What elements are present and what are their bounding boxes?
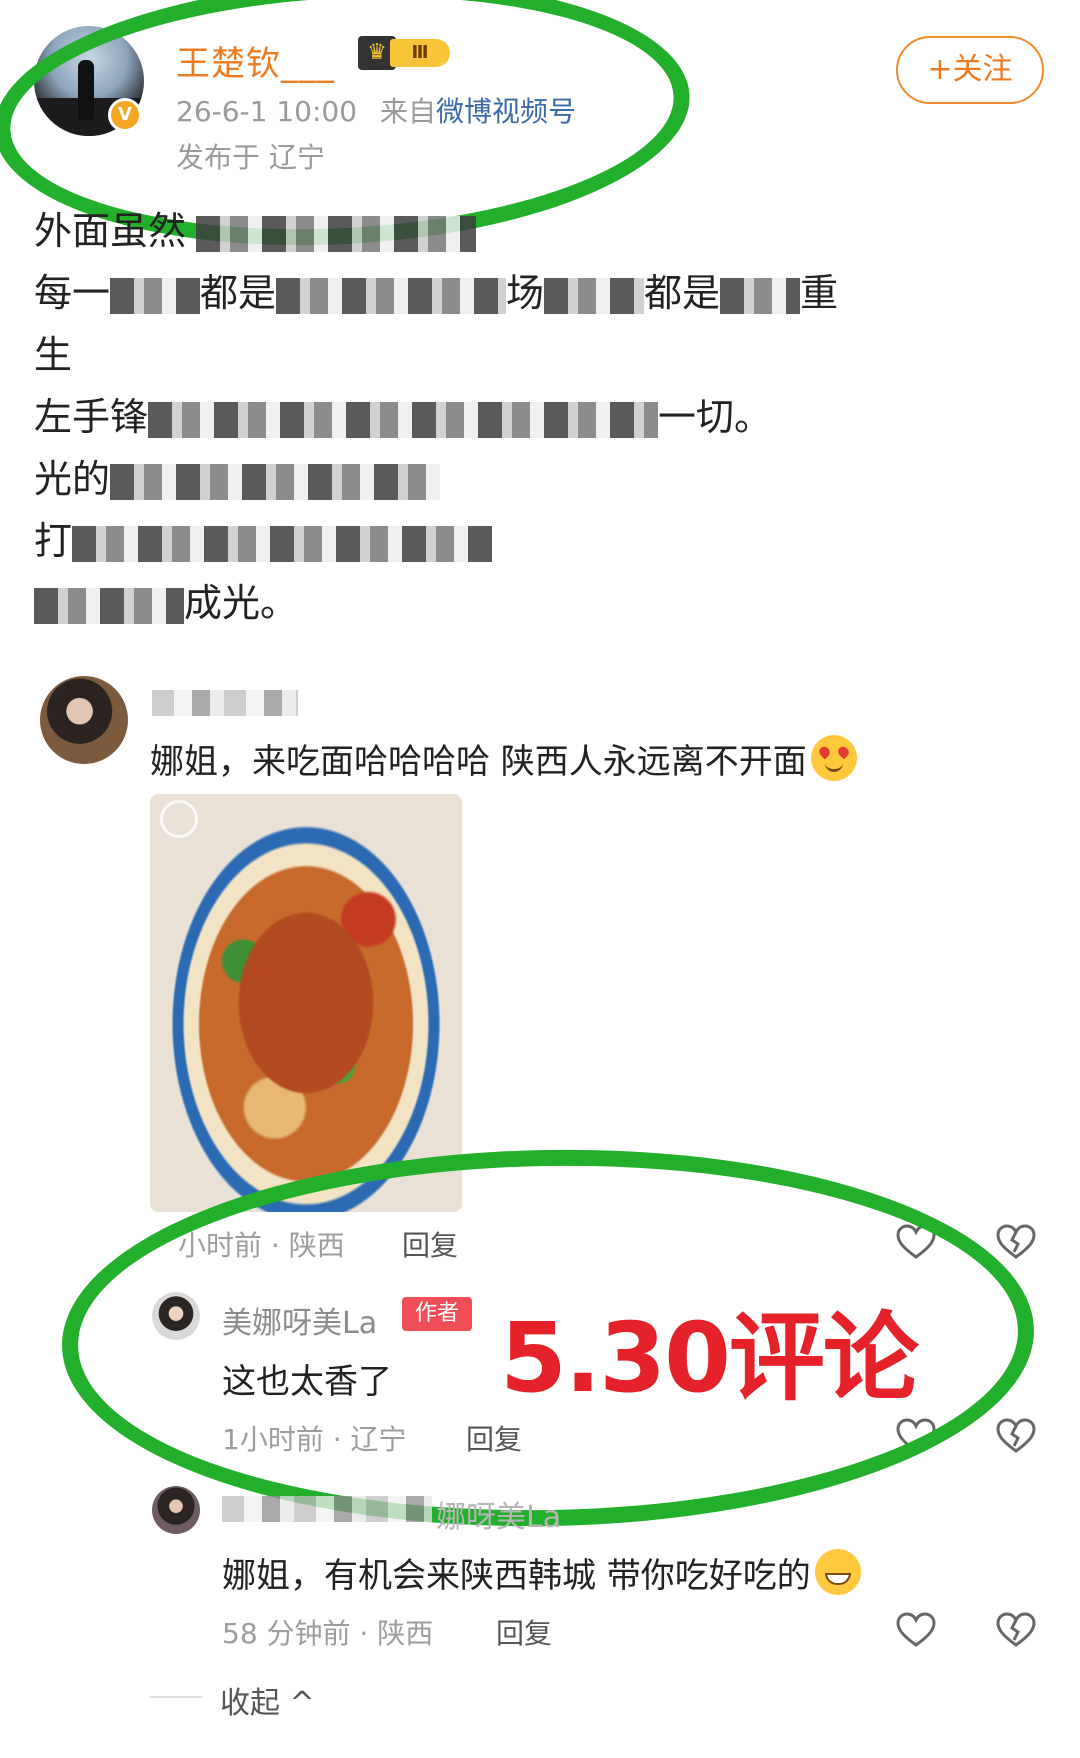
- comment-food-image[interactable]: [150, 794, 462, 1212]
- like-heart-icon[interactable]: [896, 1612, 936, 1648]
- post-line-text: 都是: [200, 271, 277, 315]
- post-line-text: 一切。: [658, 395, 773, 439]
- mosaic-block: [110, 277, 201, 314]
- commenter-avatar[interactable]: [152, 1486, 200, 1534]
- post-line-text: 每一: [34, 271, 111, 315]
- post-line-3: 生: [34, 324, 1014, 386]
- reply-target-name[interactable]: 娜呀美La: [436, 1492, 561, 1536]
- comment-text-content: 娜姐，有机会来陕西韩城 带你吃好吃的: [222, 1556, 811, 1596]
- comment-text-content: 娜姐，来吃面哈哈哈哈 陕西人永远离不开面: [150, 742, 807, 782]
- post-line-text: 成光。: [184, 581, 299, 625]
- mosaic-block: [196, 215, 477, 252]
- commenter-avatar[interactable]: [40, 676, 128, 764]
- reply-button[interactable]: 回复: [496, 1612, 552, 1652]
- comment-text: 娜姐，有机会来陕西韩城 带你吃好吃的: [222, 1548, 861, 1597]
- collapse-replies-button[interactable]: 收起 ^: [220, 1678, 315, 1722]
- mosaic-block: [148, 401, 659, 438]
- post-line-4: 左手锋 一切。: [34, 386, 1014, 448]
- mosaic-block: [110, 463, 441, 500]
- commenter-name-redacted: [222, 1496, 432, 1522]
- post-line-text: 光的: [34, 457, 111, 501]
- mosaic-block: [720, 277, 801, 314]
- broken-heart-icon[interactable]: [996, 1612, 1036, 1648]
- comment-text: 娜姐，来吃面哈哈哈哈 陕西人永远离不开面: [150, 734, 857, 783]
- post-line-text: 生: [34, 333, 73, 377]
- post-line-1: 外面虽然: [34, 200, 1014, 262]
- collapse-divider: [150, 1696, 202, 1698]
- post-line-2: 每一 都是 场 都是 重: [34, 262, 1014, 324]
- post-line-text: 外面虽然: [34, 209, 187, 253]
- heart-eyes-emoji-icon: [810, 735, 857, 781]
- broken-heart-icon[interactable]: [996, 1418, 1036, 1454]
- post-line-6: 打: [34, 510, 1014, 572]
- post-line-7: 成光。: [34, 572, 1014, 634]
- mosaic-block: [72, 525, 493, 562]
- post-line-text: 场: [506, 271, 545, 315]
- post-body: 外面虽然 每一 都是 场 都是 重 生 左手锋 一切。 光的 打 成光。: [34, 200, 1014, 634]
- post-line-text: 左手锋: [34, 395, 149, 439]
- comment-meta: 58 分钟前 · 陕西: [222, 1617, 434, 1650]
- mosaic-block: [34, 587, 184, 624]
- post-line-text: 打: [34, 519, 73, 563]
- post-line-5: 光的: [34, 448, 1014, 510]
- grin-emoji-icon: [814, 1549, 861, 1595]
- live-photo-icon: [160, 800, 198, 838]
- post-line-text: 重: [800, 271, 839, 315]
- mosaic-block: [276, 277, 507, 314]
- mosaic-block: [544, 277, 645, 314]
- post-line-text: 都是: [644, 271, 721, 315]
- commenter-name-redacted: [152, 690, 298, 716]
- follow-button[interactable]: +关注: [896, 36, 1044, 104]
- broken-heart-icon[interactable]: [996, 1224, 1036, 1260]
